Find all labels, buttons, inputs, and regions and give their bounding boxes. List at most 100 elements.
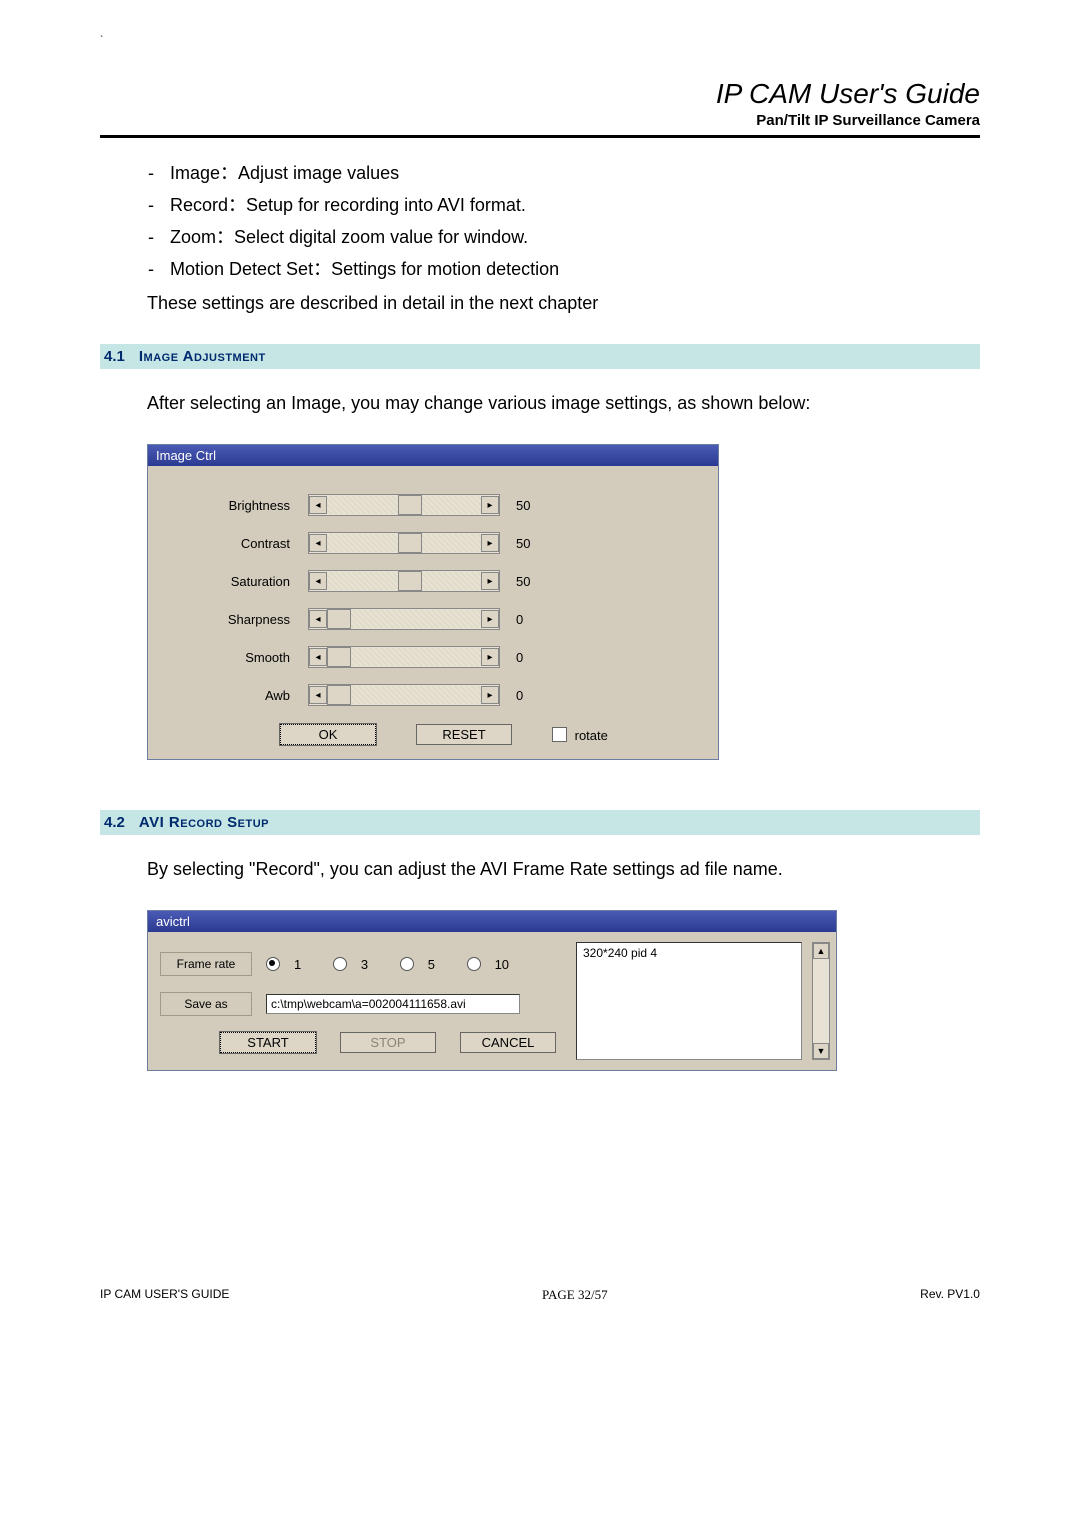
slider-sharpness[interactable]: ◂▸ (308, 608, 500, 630)
slider-row-sharpness: Sharpness◂▸0 (170, 608, 696, 630)
radio-icon (333, 957, 347, 971)
framerate-radio-3[interactable]: 3 (333, 957, 382, 972)
resolution-listbox[interactable]: 320*240 pid 4 (576, 942, 802, 1060)
slider-track[interactable] (327, 610, 481, 628)
scroll-left-icon[interactable]: ◂ (309, 686, 327, 704)
paragraph-42: By selecting "Record", you can adjust th… (100, 859, 980, 880)
slider-track[interactable] (327, 648, 481, 666)
footer-page: PAGE 32/57 (542, 1287, 608, 1303)
tick-mark: ` (100, 35, 103, 46)
saveas-label: Save as (160, 992, 252, 1016)
slider-thumb[interactable] (398, 571, 422, 591)
dialog-title: Image Ctrl (148, 445, 718, 466)
checkbox-icon (552, 727, 567, 742)
avictrl-dialog: avictrl Frame rate 1 3 5 10 Save as c:\t… (147, 910, 837, 1071)
slider-saturation[interactable]: ◂▸ (308, 570, 500, 592)
radio-icon (467, 957, 481, 971)
scroll-track[interactable] (813, 959, 829, 1043)
scroll-left-icon[interactable]: ◂ (309, 572, 327, 590)
section-title: Image Adjustment (139, 348, 266, 365)
slider-awb[interactable]: ◂▸ (308, 684, 500, 706)
slider-value: 50 (500, 574, 566, 589)
scroll-right-icon[interactable]: ▸ (481, 610, 499, 628)
scroll-right-icon[interactable]: ▸ (481, 686, 499, 704)
slider-track[interactable] (327, 496, 481, 514)
followup-text: These settings are described in detail i… (100, 290, 980, 316)
slider-value: 0 (500, 688, 566, 703)
stop-button[interactable]: STOP (340, 1032, 436, 1053)
slider-track[interactable] (327, 572, 481, 590)
scroll-up-icon[interactable]: ▲ (813, 943, 829, 959)
framerate-label: Frame rate (160, 952, 252, 976)
header-title: IP CAM User's Guide (100, 78, 980, 110)
page-header: IP CAM User's Guide Pan/Tilt IP Surveill… (100, 78, 980, 138)
section-heading-41: 4.1 Image Adjustment (100, 344, 980, 369)
list-item: Zoom：Select digital zoom value for windo… (170, 222, 980, 252)
radio-icon (266, 957, 280, 971)
slider-track[interactable] (327, 686, 481, 704)
section-number: 4.2 (100, 814, 125, 831)
settings-bullet-list: Image：Adjust image values Record：Setup f… (100, 158, 980, 284)
slider-row-saturation: Saturation◂▸50 (170, 570, 696, 592)
scroll-down-icon[interactable]: ▼ (813, 1043, 829, 1059)
slider-thumb[interactable] (398, 495, 422, 515)
scroll-left-icon[interactable]: ◂ (309, 496, 327, 514)
framerate-radio-group: 1 3 5 10 (266, 957, 537, 972)
slider-brightness[interactable]: ◂▸ (308, 494, 500, 516)
saveas-field[interactable]: c:\tmp\webcam\a=002004111658.avi (266, 994, 520, 1014)
scroll-right-icon[interactable]: ▸ (481, 648, 499, 666)
framerate-radio-10[interactable]: 10 (467, 957, 523, 972)
scroll-left-icon[interactable]: ◂ (309, 534, 327, 552)
vertical-scrollbar[interactable]: ▲ ▼ (812, 942, 830, 1060)
slider-label: Sharpness (170, 612, 308, 627)
slider-value: 50 (500, 536, 566, 551)
radio-icon (400, 957, 414, 971)
slider-label: Awb (170, 688, 308, 703)
slider-track[interactable] (327, 534, 481, 552)
scroll-right-icon[interactable]: ▸ (481, 572, 499, 590)
slider-label: Smooth (170, 650, 308, 665)
scroll-left-icon[interactable]: ◂ (309, 610, 327, 628)
start-button[interactable]: START (220, 1032, 316, 1053)
framerate-radio-1[interactable]: 1 (266, 957, 315, 972)
cancel-button[interactable]: CANCEL (460, 1032, 556, 1053)
ok-button[interactable]: OK (280, 724, 376, 745)
list-item: Record：Setup for recording into AVI form… (170, 190, 980, 220)
slider-row-contrast: Contrast◂▸50 (170, 532, 696, 554)
list-item[interactable]: 320*240 pid 4 (583, 946, 795, 960)
paragraph-41: After selecting an Image, you may change… (100, 393, 980, 414)
slider-thumb[interactable] (398, 533, 422, 553)
slider-thumb[interactable] (327, 685, 351, 705)
rotate-label: rotate (575, 728, 608, 743)
list-item: Image：Adjust image values (170, 158, 980, 188)
slider-label: Contrast (170, 536, 308, 551)
slider-smooth[interactable]: ◂▸ (308, 646, 500, 668)
slider-contrast[interactable]: ◂▸ (308, 532, 500, 554)
footer-right: Rev. PV1.0 (920, 1287, 980, 1303)
slider-value: 50 (500, 498, 566, 513)
section-title: AVI Record Setup (139, 814, 269, 831)
slider-value: 0 (500, 650, 566, 665)
slider-value: 0 (500, 612, 566, 627)
reset-button[interactable]: RESET (416, 724, 512, 745)
scroll-left-icon[interactable]: ◂ (309, 648, 327, 666)
list-item: Motion Detect Set：Settings for motion de… (170, 254, 980, 284)
slider-label: Saturation (170, 574, 308, 589)
slider-row-awb: Awb◂▸0 (170, 684, 696, 706)
header-subtitle: Pan/Tilt IP Surveillance Camera (100, 112, 980, 129)
section-number: 4.1 (100, 348, 125, 365)
slider-thumb[interactable] (327, 609, 351, 629)
slider-thumb[interactable] (327, 647, 351, 667)
scroll-right-icon[interactable]: ▸ (481, 534, 499, 552)
scroll-right-icon[interactable]: ▸ (481, 496, 499, 514)
slider-row-brightness: Brightness◂▸50 (170, 494, 696, 516)
slider-label: Brightness (170, 498, 308, 513)
rotate-checkbox[interactable]: rotate (552, 727, 608, 743)
slider-row-smooth: Smooth◂▸0 (170, 646, 696, 668)
section-heading-42: 4.2 AVI Record Setup (100, 810, 980, 835)
dialog-title: avictrl (148, 911, 836, 932)
page-footer: IP CAM USER'S GUIDE PAGE 32/57 Rev. PV1.… (100, 1281, 980, 1303)
footer-left: IP CAM USER'S GUIDE (100, 1287, 229, 1303)
image-ctrl-dialog: Image Ctrl Brightness◂▸50Contrast◂▸50Sat… (147, 444, 719, 760)
framerate-radio-5[interactable]: 5 (400, 957, 449, 972)
